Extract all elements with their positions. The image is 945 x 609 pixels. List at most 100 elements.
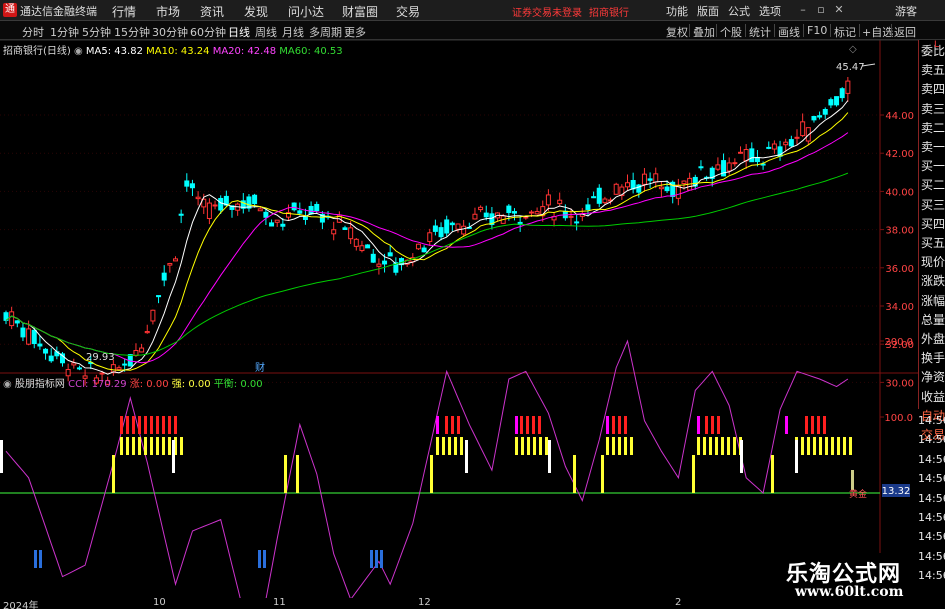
signal-bar-red xyxy=(618,416,621,434)
candle-body xyxy=(449,222,455,226)
price-tick-label: 40.00 xyxy=(885,187,914,198)
candle-body xyxy=(37,343,43,347)
candle-body xyxy=(591,196,597,199)
menu-options[interactable]: 选项 xyxy=(759,3,781,19)
adjust-button[interactable]: 复权 xyxy=(666,24,688,40)
time-label: 12 xyxy=(418,597,431,608)
candle-body xyxy=(800,121,806,137)
period-more[interactable]: 更多 xyxy=(344,24,366,40)
kline-chart[interactable]: 44.0042.0040.0038.0036.0034.0032.0030.00… xyxy=(0,40,918,598)
period-15min[interactable]: 15分钟 xyxy=(114,24,150,40)
signal-bar-yellow xyxy=(120,437,123,455)
signal-bar-red xyxy=(811,416,814,434)
diamond-icon: ◇ xyxy=(849,44,857,55)
stats-button[interactable]: 统计 xyxy=(749,24,771,40)
ma10-line xyxy=(5,112,849,371)
period-5min[interactable]: 5分钟 xyxy=(82,24,111,40)
signal-bar-yellow-tall xyxy=(573,455,576,493)
level-badge-icon[interactable]: L xyxy=(934,41,939,50)
candle-body xyxy=(602,198,608,204)
candle-body xyxy=(189,183,195,189)
signal-bar-red xyxy=(532,416,535,434)
quote-label: 买一 xyxy=(921,159,945,174)
candle-body xyxy=(269,222,275,227)
indicator-toggle-icon[interactable]: ◉ xyxy=(3,379,12,390)
candle-body xyxy=(99,372,105,375)
candle-body xyxy=(811,116,817,121)
cci-tick-label: 200.0 xyxy=(884,337,913,348)
tick-time-label: 14:56 xyxy=(918,511,945,524)
signal-bar-yellow xyxy=(156,437,159,455)
candle-body xyxy=(828,99,834,106)
toolbar-divider xyxy=(745,24,746,37)
signal-bar-yellow xyxy=(715,437,718,455)
period-1min[interactable]: 1分钟 xyxy=(50,24,79,40)
period-day[interactable]: 日线 xyxy=(228,24,250,40)
indicator-name[interactable]: 股朋指标网 xyxy=(15,379,65,390)
signal-bar-yellow xyxy=(144,437,147,455)
candle-body xyxy=(432,225,438,232)
signal-bar-red xyxy=(445,416,448,434)
restore-icon[interactable]: ▫ xyxy=(813,2,829,18)
toolbar-divider xyxy=(774,24,775,37)
period-multi[interactable]: 多周期 xyxy=(309,24,342,40)
add-watchlist-button[interactable]: +自选 xyxy=(862,24,893,40)
menu-layout[interactable]: 版面 xyxy=(697,3,719,19)
period-30min[interactable]: 30分钟 xyxy=(152,24,188,40)
candle-body xyxy=(257,208,263,212)
mark-button[interactable]: 标记 xyxy=(834,24,856,40)
menu-quotes[interactable]: 行情 xyxy=(112,3,136,20)
trade-login-status[interactable]: 证券交易未登录 xyxy=(512,4,582,19)
menu-wealth-circle[interactable]: 财富圈 xyxy=(342,3,378,20)
candle-body xyxy=(150,309,156,322)
signal-bar-red xyxy=(156,416,159,434)
signal-bar-yellow xyxy=(709,437,712,455)
signal-bar-yellow xyxy=(825,437,828,455)
price-tick-label: 36.00 xyxy=(885,264,914,275)
candle-body xyxy=(161,272,167,281)
guest-user[interactable]: 游客 xyxy=(895,3,917,19)
period-fenshi[interactable]: 分时 xyxy=(22,24,44,40)
current-stock-name: 招商银行 xyxy=(589,8,629,19)
overlay-button[interactable]: 叠加 xyxy=(693,24,715,40)
cci-tick-label: 100.0 xyxy=(884,413,913,424)
candle-body xyxy=(184,180,190,187)
close-icon[interactable]: ✕ xyxy=(831,2,847,18)
quote-label: 卖四 xyxy=(921,82,945,97)
menu-news[interactable]: 资讯 xyxy=(200,3,224,20)
drawline-button[interactable]: 画线 xyxy=(778,24,800,40)
signal-bar-yellow xyxy=(545,437,548,455)
quote-label: 涨跌 xyxy=(921,274,945,289)
signal-bar-yellow xyxy=(801,437,804,455)
signal-bar-yellow xyxy=(515,437,518,455)
menu-market[interactable]: 市场 xyxy=(156,3,180,20)
stock-button[interactable]: 个股 xyxy=(720,24,742,40)
candle-body xyxy=(382,260,388,265)
f10-button[interactable]: F10 xyxy=(807,24,827,37)
signal-bar-magenta xyxy=(606,416,609,434)
ma20-legend: MA20: 42.48 xyxy=(212,46,277,57)
menu-formula[interactable]: 公式 xyxy=(728,3,750,19)
candle-body xyxy=(263,211,269,218)
menu-function[interactable]: 功能 xyxy=(666,3,688,19)
minimize-icon[interactable]: – xyxy=(795,2,811,18)
menu-ask[interactable]: 问小达 xyxy=(288,3,324,20)
qiang-value: 强: 0.00 xyxy=(171,379,211,390)
tick-time-label: 14:56 xyxy=(918,530,945,544)
candle-body xyxy=(139,347,145,353)
candle-body xyxy=(206,202,212,219)
period-month[interactable]: 月线 xyxy=(282,24,304,40)
legend-toggle-icon[interactable]: ◉ xyxy=(74,46,83,57)
tick-time-label: 14:56 xyxy=(918,452,945,466)
candle-body xyxy=(817,115,823,118)
period-60min[interactable]: 60分钟 xyxy=(190,24,226,40)
menu-trade[interactable]: 交易 xyxy=(396,3,420,20)
candle-body xyxy=(178,213,184,216)
menu-discover[interactable]: 发现 xyxy=(244,3,268,20)
candle-body xyxy=(715,164,721,170)
signal-bar-yellow-tall xyxy=(430,455,433,493)
signal-bar-white xyxy=(465,440,468,473)
back-button[interactable]: 返回 xyxy=(894,24,916,40)
period-week[interactable]: 周线 xyxy=(255,24,277,40)
candle-body xyxy=(365,244,371,249)
